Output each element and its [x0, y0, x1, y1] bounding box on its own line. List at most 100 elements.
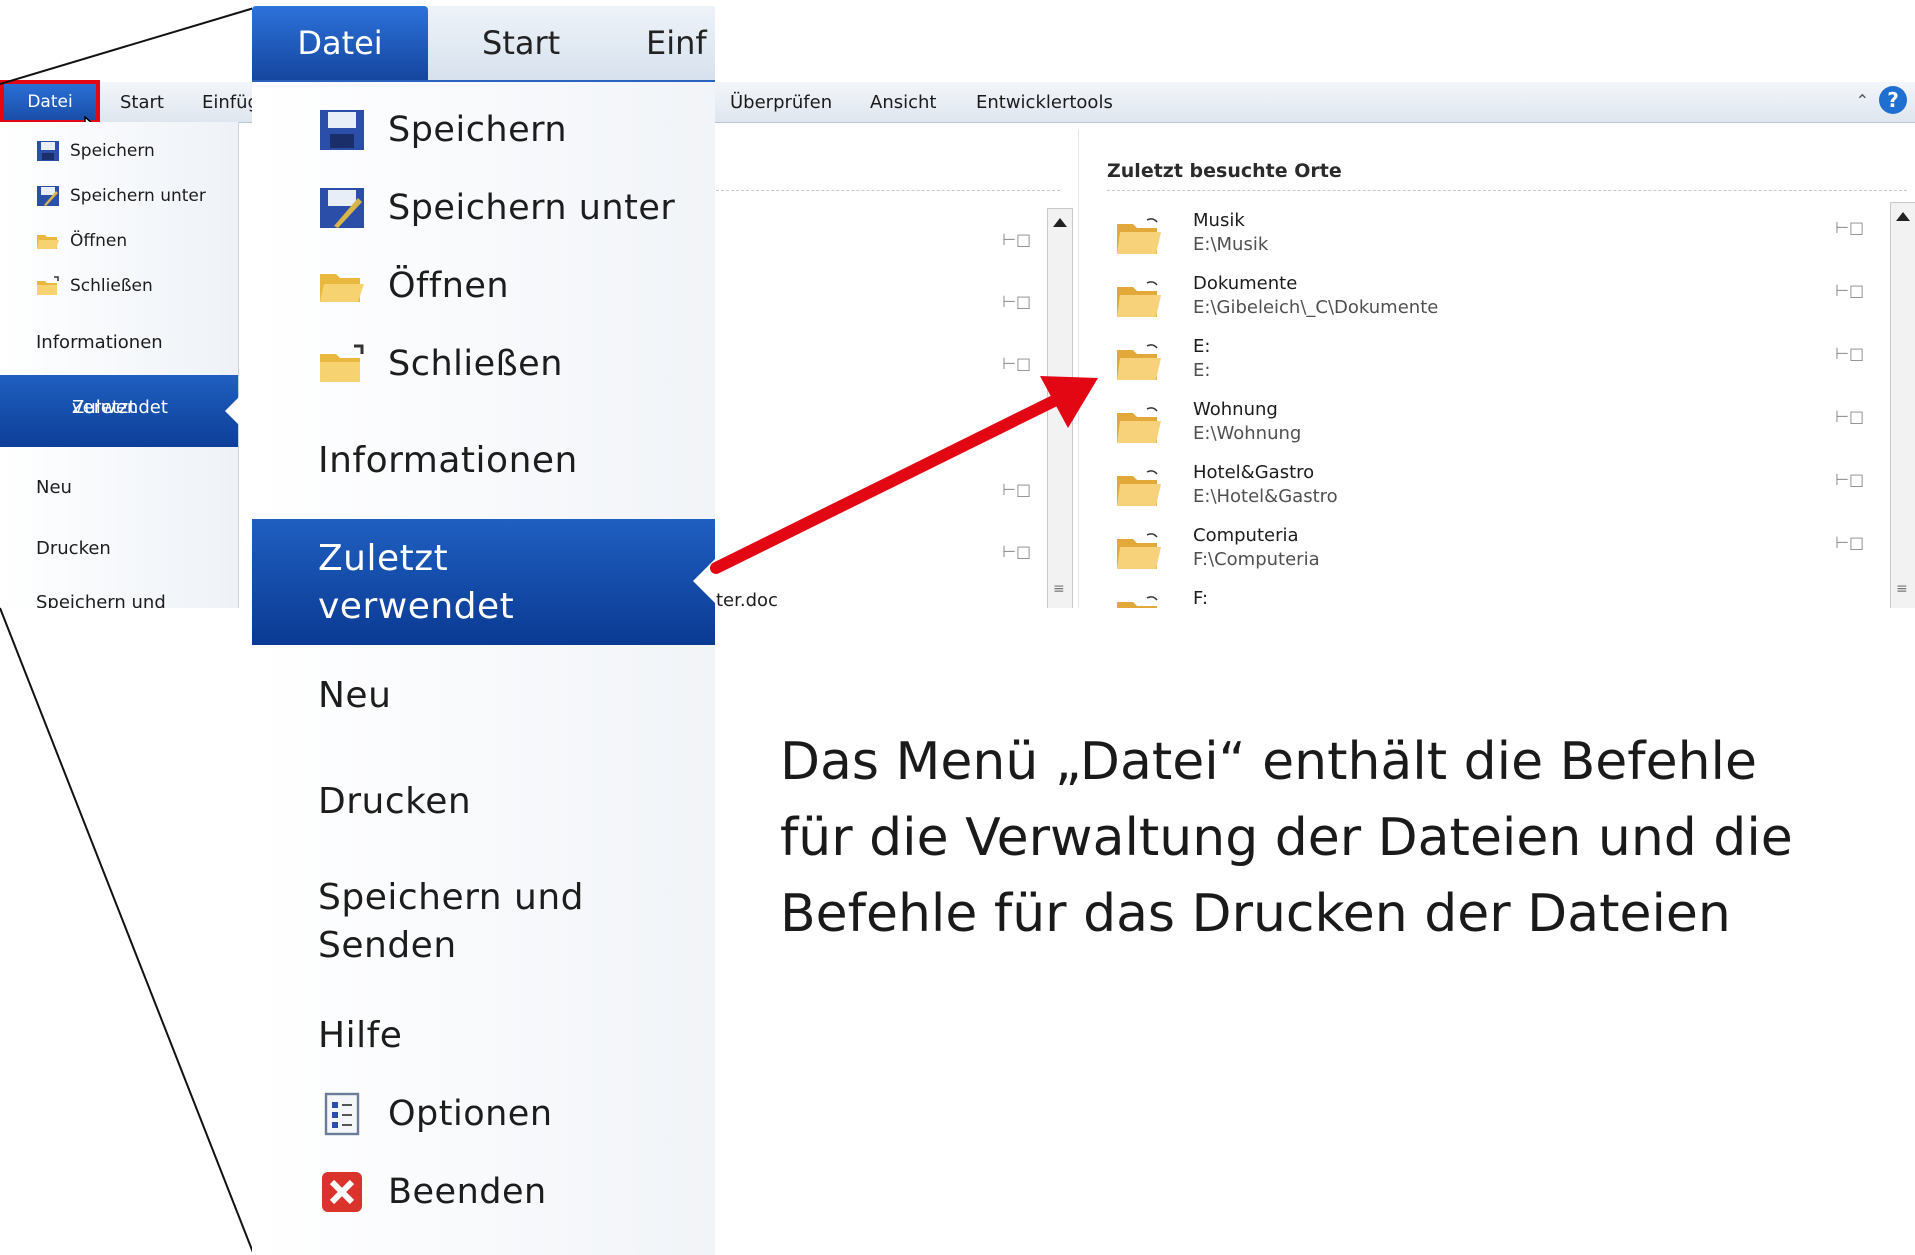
pin-icon[interactable]: ⊢□	[1835, 533, 1864, 552]
tab-ansicht[interactable]: Ansicht	[870, 92, 936, 113]
folder-icon	[1117, 218, 1161, 254]
pin-icon[interactable]: ⊢□	[1835, 281, 1864, 300]
small-menu-info[interactable]: Informationen	[36, 332, 163, 353]
zoomed-tab-start[interactable]: Start	[482, 24, 560, 62]
place-name: Wohnung	[1193, 399, 1278, 420]
pin-icon[interactable]: ⊢□	[1835, 218, 1864, 237]
place-path: F:\Computeria	[1193, 549, 1320, 570]
caption-line-2: für die Verwaltung der Dateien und die	[780, 808, 1793, 868]
small-menu-recent-active[interactable]: Zuletzt verwendet	[0, 375, 239, 447]
place-item[interactable]: Dokumente E:\Gibeleich\_C\Dokumente ⊢□	[1115, 271, 1895, 331]
place-path: E:\Gibeleich\_C\Dokumente	[1193, 297, 1439, 318]
selection-notch	[225, 397, 239, 425]
recent-label-2: verwendet	[318, 586, 515, 627]
place-path: E:	[1193, 360, 1211, 381]
save-send-label-1: Speichern und	[318, 877, 585, 918]
zoomed-file-menu: Datei Start Einf Speichern Speichern unt…	[252, 6, 715, 1255]
scroll-up-icon[interactable]	[1896, 212, 1910, 221]
menu-new[interactable]: Neu	[318, 672, 391, 720]
folder-icon	[1117, 533, 1161, 569]
pin-icon[interactable]: ⊢□	[1002, 480, 1031, 499]
pin-icon[interactable]: ⊢□	[1002, 354, 1031, 373]
ribbon-controls: ⌃ ?	[1856, 86, 1907, 114]
recent-documents-column	[716, 150, 1062, 608]
close-folder-icon	[320, 344, 364, 382]
save-send-label-2: Senden	[318, 925, 457, 966]
pin-icon[interactable]: ⊢□	[1002, 542, 1031, 561]
folder-icon	[1117, 470, 1161, 506]
explanation-text: Das Menü „Datei“ enthält die Befehle für…	[780, 724, 1880, 952]
menu-save[interactable]: Speichern	[318, 108, 567, 152]
tab-einfuegen[interactable]: Einfüg	[202, 92, 259, 113]
document-name-fragment[interactable]: ter.doc	[716, 590, 778, 608]
divider	[716, 190, 1060, 191]
tab-ueberpruefen[interactable]: Überprüfen	[730, 92, 832, 113]
small-menu-open[interactable]: Öffnen	[36, 230, 127, 252]
place-item[interactable]: Wohnung E:\Wohnung ⊢□	[1115, 397, 1895, 457]
place-name: Musik	[1193, 210, 1245, 231]
menu-exit[interactable]: Beenden	[318, 1170, 547, 1214]
small-menu-save-as[interactable]: Speichern unter	[36, 185, 206, 207]
small-file-menu: Speichern Speichern unter Öffnen Schließ…	[0, 122, 239, 608]
place-item[interactable]: F:	[1115, 586, 1895, 608]
place-path: E:\Musik	[1193, 234, 1269, 255]
menu-close[interactable]: Schließen	[318, 342, 563, 386]
menu-save-send[interactable]: Speichern und Senden	[318, 874, 584, 970]
pin-icon[interactable]: ⊢□	[1835, 407, 1864, 426]
folder-icon	[1117, 281, 1161, 317]
open-folder-icon	[37, 235, 59, 249]
small-menu-print[interactable]: Drucken	[36, 538, 111, 559]
folder-icon	[1117, 407, 1161, 443]
pin-icon[interactable]: ⊢□	[1835, 470, 1864, 489]
save-icon	[37, 141, 59, 161]
place-item[interactable]: Computeria F:\Computeria ⊢□	[1115, 523, 1895, 583]
save-icon	[320, 110, 364, 150]
caption-line-3: Befehle für das Drucken der Dateien	[780, 884, 1731, 944]
zoomed-tab-einfuegen[interactable]: Einf	[646, 24, 707, 62]
small-menu-close[interactable]: Schließen	[36, 275, 153, 297]
zoomed-menu-panel: Speichern Speichern unter Öffnen Schließ…	[252, 82, 715, 1255]
selection-notch	[693, 559, 715, 603]
menu-options[interactable]: Optionen	[318, 1092, 553, 1136]
tab-start[interactable]: Start	[120, 92, 164, 113]
tab-entwicklertools[interactable]: Entwicklertools	[976, 92, 1113, 113]
caption-line-1: Das Menü „Datei“ enthält die Befehle	[780, 732, 1757, 792]
save-as-icon	[320, 188, 364, 228]
small-menu-new[interactable]: Neu	[36, 477, 72, 498]
place-path: E:\Wohnung	[1193, 423, 1302, 444]
options-icon	[324, 1092, 360, 1136]
recent-places-column: Zuletzt besuchte Orte Musik E:\Musik ⊢□ …	[1078, 130, 1915, 608]
place-item[interactable]: E: E: ⊢□	[1115, 334, 1895, 394]
places-title: Zuletzt besuchte Orte	[1107, 160, 1342, 182]
menu-info[interactable]: Informationen	[318, 437, 578, 485]
zoomed-tab-datei[interactable]: Datei	[252, 6, 428, 80]
menu-save-as[interactable]: Speichern unter	[318, 186, 675, 230]
help-icon[interactable]: ?	[1879, 86, 1907, 114]
small-recent-label-2: verwendet	[72, 397, 168, 418]
exit-icon	[322, 1172, 362, 1212]
pin-icon[interactable]: ⊢□	[1835, 344, 1864, 363]
recent-label-1: Zuletzt	[318, 538, 449, 579]
save-as-icon	[37, 186, 59, 206]
small-menu-save-send[interactable]: Speichern und	[36, 592, 166, 608]
divider	[1107, 190, 1907, 191]
menu-recent-active[interactable]: Zuletzt verwendet	[252, 519, 715, 645]
place-name: F:	[1193, 588, 1209, 608]
small-menu-save[interactable]: Speichern	[36, 140, 155, 162]
menu-print[interactable]: Drucken	[318, 778, 471, 826]
documents-scrollbar[interactable]: ≡	[1047, 208, 1073, 608]
minimize-ribbon-icon[interactable]: ⌃	[1856, 91, 1869, 110]
menu-help[interactable]: Hilfe	[318, 1012, 402, 1060]
folder-icon	[1117, 596, 1158, 608]
place-name: Dokumente	[1193, 273, 1298, 294]
places-scrollbar[interactable]: ≡	[1890, 202, 1915, 608]
close-folder-icon	[37, 276, 59, 295]
pin-icon[interactable]: ⊢□	[1002, 292, 1031, 311]
tab-datei-highlighted[interactable]: Datei	[0, 80, 100, 124]
scroll-up-icon[interactable]	[1053, 218, 1067, 227]
menu-open[interactable]: Öffnen	[318, 264, 509, 308]
open-folder-icon	[320, 274, 364, 302]
place-item[interactable]: Musik E:\Musik ⊢□	[1115, 208, 1895, 268]
pin-icon[interactable]: ⊢□	[1002, 230, 1031, 249]
place-item[interactable]: Hotel&Gastro E:\Hotel&Gastro ⊢□	[1115, 460, 1895, 520]
